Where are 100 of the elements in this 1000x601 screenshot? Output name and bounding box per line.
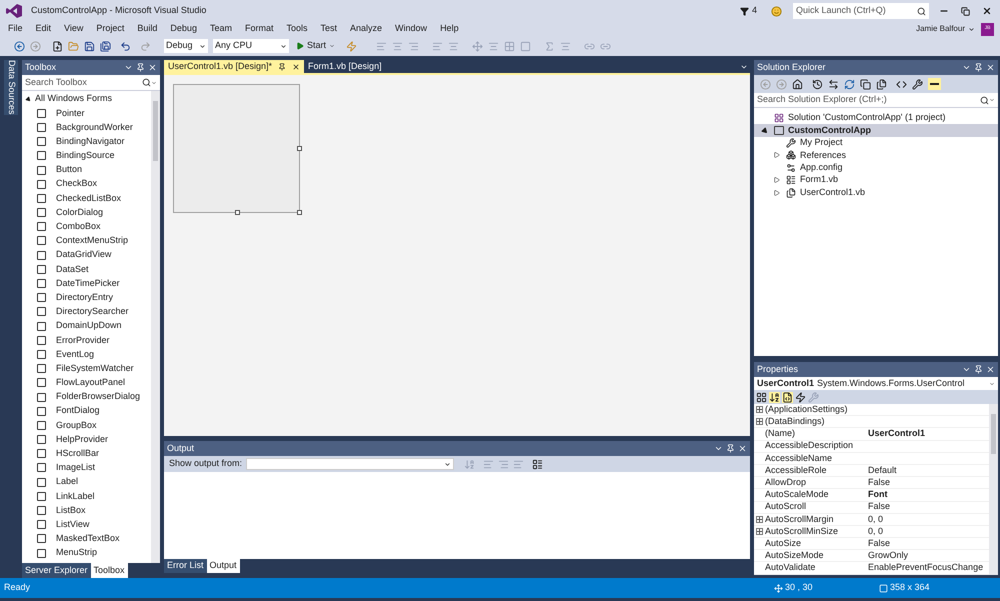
new-project-icon[interactable] <box>52 40 63 52</box>
save-icon[interactable] <box>84 40 95 52</box>
property-value[interactable]: Font <box>868 488 888 502</box>
toolbox-item[interactable]: Label <box>56 475 78 489</box>
pin-icon[interactable] <box>974 365 983 374</box>
toolbox-item[interactable]: FileSystemWatcher <box>56 362 134 376</box>
property-value[interactable]: False <box>868 500 890 514</box>
search-icon[interactable] <box>980 96 989 104</box>
toolbox-item[interactable]: ImageList <box>56 461 96 475</box>
toolbox-item[interactable]: DataSet <box>56 262 89 276</box>
property-value[interactable]: UserControl1 <box>868 427 926 441</box>
toolbox-item[interactable]: LinkLabel <box>56 490 95 504</box>
toolbox-item[interactable]: ErrorProvider <box>56 334 110 348</box>
search-icon[interactable] <box>917 6 926 16</box>
caret-icon[interactable] <box>280 42 287 50</box>
panel-tab[interactable]: Error List <box>164 559 207 573</box>
categorized-icon[interactable] <box>756 392 767 402</box>
property-value[interactable]: GrowOnly <box>868 549 908 563</box>
toolbox-item[interactable]: FlowLayoutPanel <box>56 376 126 390</box>
object-selector[interactable]: UserControl1 System.Windows.Forms.UserControl <box>754 377 998 390</box>
toolbox-item[interactable]: BackgroundWorker <box>56 120 133 134</box>
show-all-files-icon[interactable] <box>876 78 887 90</box>
toolbox-item[interactable]: CheckedListBox <box>56 192 122 206</box>
dropdown-icon[interactable] <box>714 444 723 453</box>
wrench-icon[interactable] <box>912 78 923 90</box>
toolbox-item[interactable]: Button <box>56 163 82 177</box>
menu-item[interactable]: Debug <box>166 22 201 36</box>
property-value[interactable]: False <box>868 536 890 550</box>
start-button[interactable]: Start <box>294 39 338 53</box>
menu-item[interactable]: Help <box>436 22 463 36</box>
tree-item[interactable]: My Project <box>754 136 998 150</box>
toolbox-item[interactable]: DomainUpDown <box>56 319 122 333</box>
quick-launch-box[interactable]: Quick Launch (Ctrl+Q) <box>793 3 929 19</box>
toolbox-item[interactable]: GroupBox <box>56 418 97 432</box>
pin-icon[interactable] <box>136 63 145 72</box>
menu-item[interactable]: Project <box>92 22 128 36</box>
toolbox-item[interactable]: ComboBox <box>56 220 101 234</box>
menu-item[interactable]: File <box>4 22 27 36</box>
group-header[interactable]: All Windows Forms <box>22 92 151 106</box>
toolbox-item[interactable]: DirectoryEntry <box>56 290 114 304</box>
menu-item[interactable]: Test <box>316 22 342 36</box>
dropdown-icon[interactable] <box>962 365 971 374</box>
save-all-icon[interactable] <box>100 40 111 52</box>
search-field[interactable]: Search Toolbox <box>25 76 142 90</box>
property-value[interactable]: 0, 0 <box>868 524 884 538</box>
tree-item[interactable]: Solution 'CustomControlApp' (1 project) <box>754 112 998 124</box>
feedback-icon[interactable] <box>771 6 782 16</box>
resize-handle[interactable] <box>297 210 302 215</box>
menu-item[interactable]: Team <box>206 22 236 36</box>
resize-handle[interactable] <box>297 146 302 151</box>
toolbox-item[interactable]: Pointer <box>56 106 85 120</box>
close-icon[interactable] <box>292 62 300 70</box>
property-value[interactable]: 0, 0 <box>868 512 884 526</box>
user-name[interactable]: Jamie Balfour <box>916 23 965 35</box>
menu-item[interactable]: Edit <box>32 22 56 36</box>
toolbox-item[interactable]: BindingSource <box>56 149 115 163</box>
expand-arrow-icon[interactable] <box>24 96 32 103</box>
tree-item[interactable]: CustomControlApp <box>754 124 998 137</box>
menu-item[interactable]: Window <box>391 22 432 36</box>
restore-icon[interactable] <box>961 6 970 16</box>
pin-icon[interactable] <box>974 63 983 72</box>
pin-icon[interactable] <box>278 62 286 70</box>
toolbox-item[interactable]: ListView <box>56 518 90 532</box>
history-icon[interactable] <box>812 78 823 90</box>
property-value[interactable]: False <box>868 476 890 490</box>
menu-item[interactable]: Format <box>240 22 278 36</box>
toolbox-item[interactable]: DataGridView <box>56 248 112 262</box>
menu-item[interactable]: View <box>60 22 88 36</box>
pin-icon[interactable] <box>726 444 735 453</box>
panel-tab[interactable]: Output <box>206 559 240 573</box>
collapsed-arrow-icon[interactable] <box>774 152 780 158</box>
home-icon[interactable] <box>792 78 803 90</box>
caret-icon[interactable] <box>199 42 206 50</box>
side-tab[interactable]: Data Sources <box>4 60 18 115</box>
play-icon[interactable] <box>296 42 304 50</box>
toolbox-item[interactable]: ListBox <box>56 504 86 518</box>
notification-icon[interactable] <box>740 6 749 16</box>
caret-icon[interactable] <box>968 26 975 32</box>
toolbox-item[interactable]: BindingNavigator <box>56 134 125 148</box>
scrollbar[interactable] <box>989 404 998 575</box>
menu-item[interactable]: Build <box>133 22 162 36</box>
tree-item[interactable]: UserControl1.vb <box>754 186 998 199</box>
group-label[interactable]: All Windows Forms <box>35 92 112 106</box>
panel-tab[interactable]: Toolbox <box>90 563 128 578</box>
properties-icon[interactable] <box>782 392 793 402</box>
expanded-arrow-icon[interactable] <box>760 126 770 135</box>
menu-item[interactable]: Analyze <box>346 22 386 36</box>
refresh-icon[interactable] <box>844 78 855 90</box>
toolbox-item[interactable]: DirectorySearcher <box>56 305 129 319</box>
toolbox-item[interactable]: MenuStrip <box>56 546 98 560</box>
toolbox-item[interactable]: HelpProvider <box>56 432 108 446</box>
panel-tab[interactable]: Server Explorer <box>22 563 91 578</box>
code-icon[interactable] <box>896 78 907 90</box>
sync-icon[interactable] <box>828 78 839 90</box>
tree-item[interactable]: App.config <box>754 162 998 174</box>
tree-item[interactable]: Form1.vb <box>754 174 998 186</box>
toolbox-item[interactable]: DateTimePicker <box>56 276 120 290</box>
toolbox-item[interactable]: FontDialog <box>56 404 100 418</box>
toolbox-item[interactable]: HScrollBar <box>56 447 100 461</box>
toolbox-item[interactable]: CheckBox <box>56 177 98 191</box>
